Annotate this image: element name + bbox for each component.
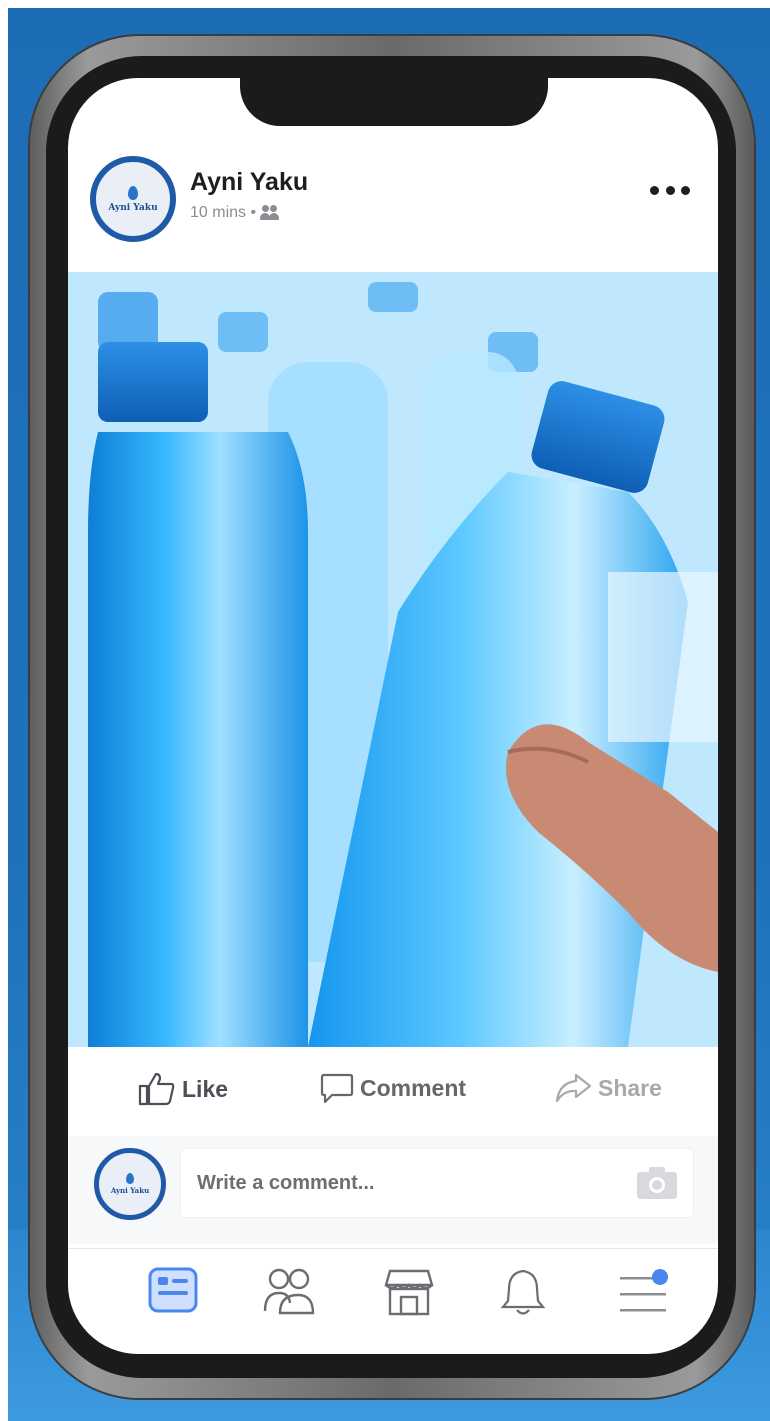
post-header: Ayni Yaku Ayni Yaku 10 mins • — [68, 154, 718, 254]
comment-input[interactable] — [180, 1148, 694, 1218]
comment-bar: Ayni Yaku — [68, 1136, 718, 1244]
like-button[interactable]: Like — [138, 1072, 228, 1106]
friends-icon[interactable] — [262, 1267, 316, 1317]
like-label: Like — [182, 1075, 229, 1102]
more-icon[interactable] — [650, 182, 690, 198]
share-label: Share — [598, 1074, 662, 1101]
share-icon — [555, 1073, 592, 1103]
friends-icon — [260, 205, 280, 221]
post-meta: 10 mins • — [190, 204, 280, 222]
comment-icon — [320, 1073, 354, 1104]
camera-icon[interactable] — [636, 1166, 678, 1200]
marketplace-icon[interactable] — [384, 1267, 434, 1317]
avatar-logo-text: Ayni Yaku — [110, 1186, 150, 1195]
page-avatar[interactable]: Ayni Yaku — [90, 156, 176, 242]
user-avatar[interactable]: Ayni Yaku — [94, 1148, 166, 1220]
comment-label: Comment — [360, 1074, 467, 1101]
notifications-icon[interactable] — [500, 1267, 546, 1317]
avatar-logo-text: Ayni Yaku — [108, 202, 158, 213]
photo-illustration — [68, 272, 718, 1047]
water-drop-icon — [126, 1173, 134, 1184]
water-bottles-photo[interactable] — [68, 272, 718, 1047]
share-button[interactable]: Share — [554, 1072, 662, 1104]
phone-notch — [240, 78, 548, 126]
water-drop-icon — [128, 185, 138, 200]
bottom-tab-bar — [68, 1248, 718, 1345]
post-time: 10 mins • — [190, 204, 257, 221]
page-name[interactable]: Ayni Yaku — [190, 168, 308, 197]
menu-icon[interactable] — [616, 1267, 670, 1317]
thumbs-up-icon — [138, 1072, 175, 1106]
comment-button[interactable]: Comment — [320, 1072, 466, 1104]
phone-screen: Ayni Yaku Ayni Yaku 10 mins • Like Comme… — [68, 78, 718, 1354]
news-feed-icon[interactable] — [148, 1267, 198, 1313]
post-actions: Like Comment Share — [68, 1060, 718, 1126]
